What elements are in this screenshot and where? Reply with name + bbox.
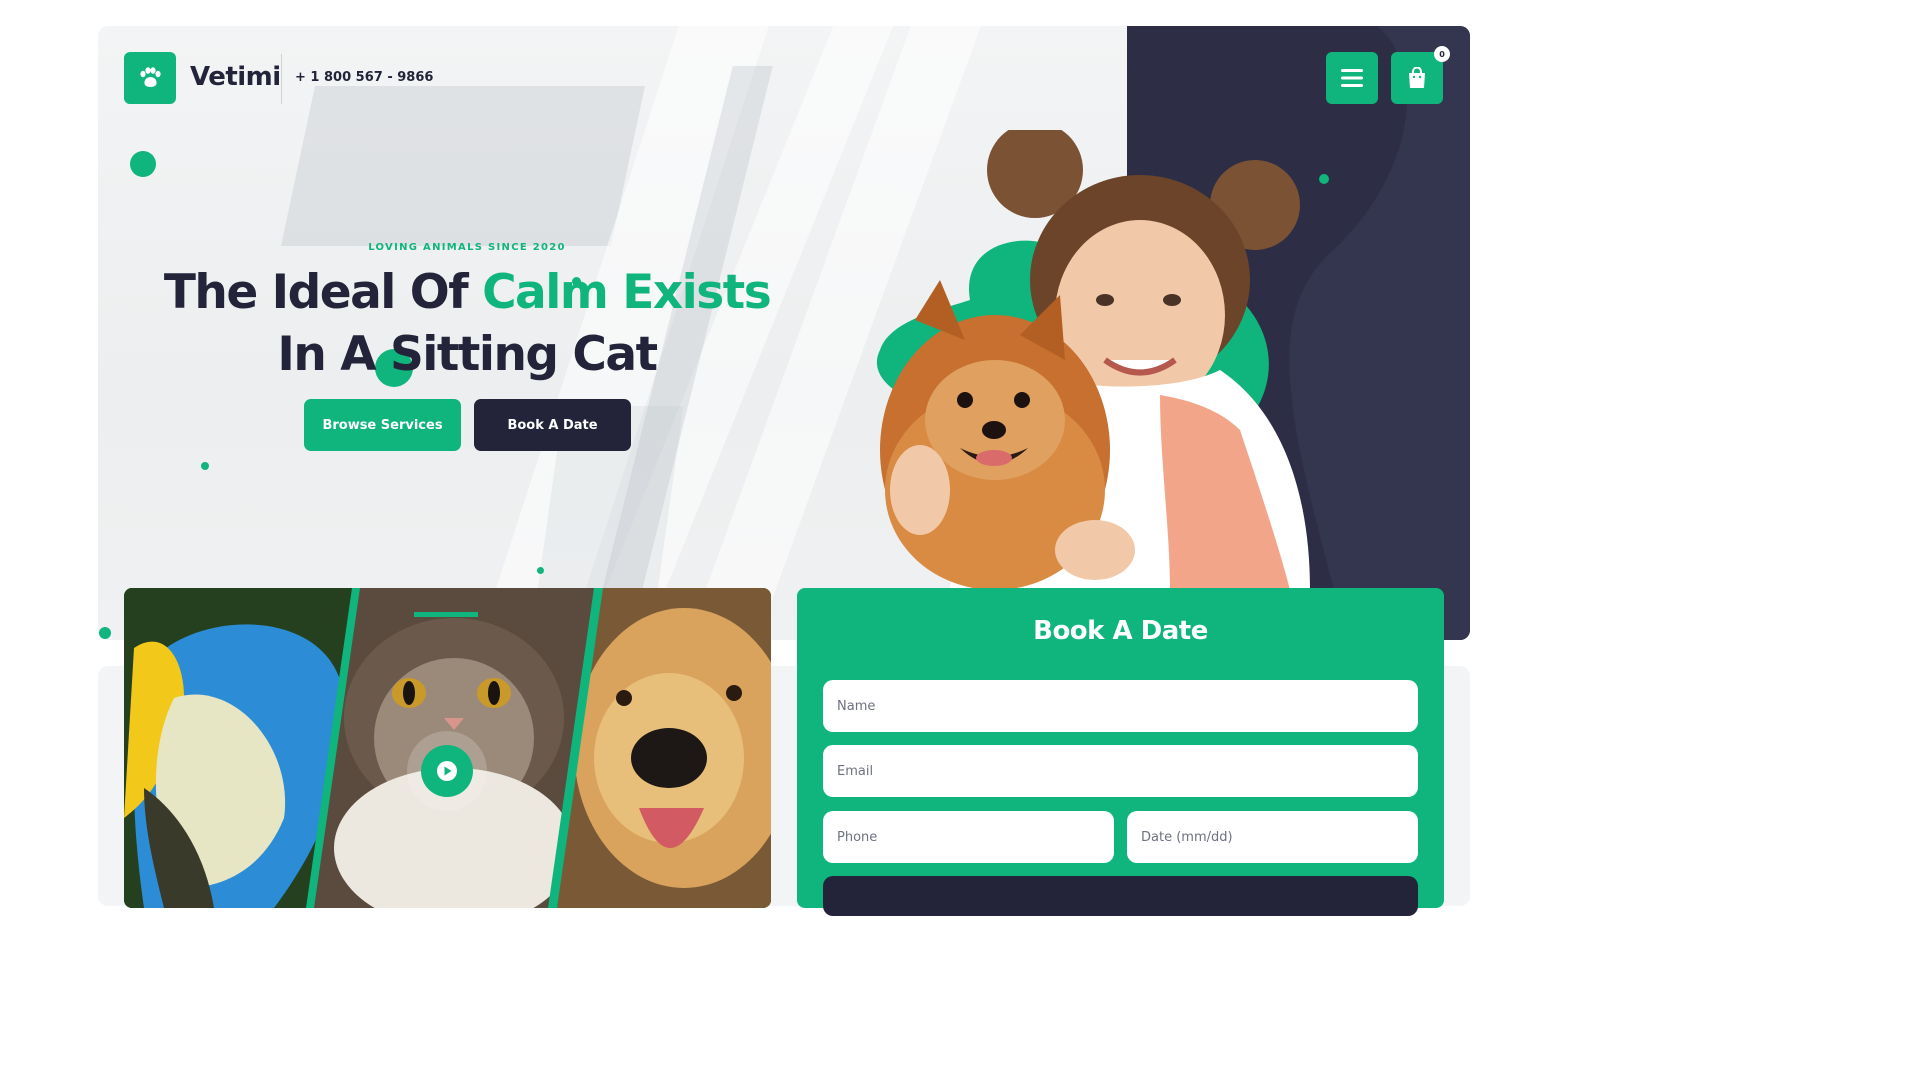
cart-count-badge: 0 <box>1434 46 1450 62</box>
paw-icon <box>140 67 161 87</box>
headline-text: In A Sitting Cat <box>277 327 658 382</box>
phone-field[interactable] <box>823 811 1114 863</box>
decorative-dot <box>130 151 156 177</box>
logo-badge[interactable] <box>124 52 176 104</box>
shopping-bag-icon <box>1409 67 1425 88</box>
hero-illustration <box>876 122 1310 590</box>
headline-text: The Ideal Of <box>163 265 483 320</box>
form-title: Book A Date <box>1033 616 1208 646</box>
browse-services-button[interactable]: Browse Services <box>304 399 461 451</box>
hero-headline: The Ideal Of Calm Exists In A Sitting Ca… <box>140 262 794 386</box>
brand-name[interactable]: Vetimi <box>190 62 281 92</box>
play-icon <box>437 761 457 781</box>
decorative-dot <box>99 627 111 639</box>
hero-photo-girl-with-dog <box>860 122 1320 590</box>
pets-gallery-image <box>124 588 771 908</box>
hero-tagline: LOVING ANIMALS SINCE 2020 <box>368 242 566 253</box>
cart-button[interactable] <box>1391 52 1443 104</box>
decorative-dot <box>201 462 209 470</box>
booking-form: Book A Date <box>797 588 1444 916</box>
decorative-dot <box>537 567 544 574</box>
date-field[interactable] <box>1127 811 1418 863</box>
header-divider <box>281 54 282 104</box>
book-a-date-button[interactable]: Book A Date <box>474 399 631 451</box>
menu-icon <box>1341 69 1363 87</box>
submit-button[interactable] <box>823 876 1418 916</box>
menu-button[interactable] <box>1326 52 1378 104</box>
phone-number[interactable]: + 1 800 567 - 9866 <box>295 70 433 85</box>
decorative-dot <box>1319 174 1329 184</box>
headline-accent-text: Calm Exists <box>482 265 772 320</box>
email-field[interactable] <box>823 745 1418 797</box>
hero-background-shape <box>280 86 646 246</box>
play-video-button[interactable] <box>421 745 473 797</box>
name-field[interactable] <box>823 680 1418 732</box>
